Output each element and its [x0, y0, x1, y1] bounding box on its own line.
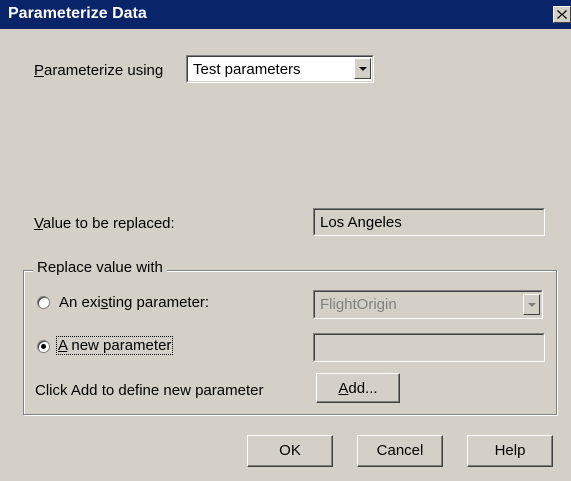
- radio-selected-dot: [41, 344, 46, 349]
- ok-button-label: OK: [279, 442, 301, 459]
- existing-parameter-value: FlightOrigin: [320, 296, 397, 313]
- add-hint-text: Click Add to define new parameter: [35, 382, 264, 399]
- replace-value-group-title: Replace value with: [33, 259, 167, 276]
- add-button-label: Add...: [338, 380, 377, 397]
- parameterize-using-mnemonic: P: [34, 62, 45, 79]
- ok-button[interactable]: OK: [247, 435, 333, 467]
- chevron-down-icon: [359, 67, 367, 71]
- close-icon: [557, 10, 567, 19]
- help-button-label: Help: [494, 442, 526, 459]
- help-button[interactable]: Help: [467, 435, 553, 467]
- cancel-button[interactable]: Cancel: [357, 435, 443, 467]
- value-to-replace-label: Value to be replaced:: [34, 215, 175, 232]
- value-to-replace-mnemonic: V: [34, 215, 43, 232]
- new-parameter-mnemonic: A: [58, 337, 68, 354]
- title-bar[interactable]: Parameterize Data: [0, 0, 571, 29]
- parameterize-using-select[interactable]: Test parameters: [186, 55, 374, 83]
- parameterize-using-value: Test parameters: [193, 61, 301, 78]
- value-to-replace-field[interactable]: Los Angeles: [313, 208, 545, 236]
- existing-parameter-dropdown-button[interactable]: [523, 294, 540, 315]
- existing-parameter-select[interactable]: FlightOrigin: [313, 290, 543, 319]
- window-title: Parameterize Data: [8, 5, 147, 22]
- parameterize-using-dropdown-button[interactable]: [354, 58, 371, 79]
- new-parameter-field[interactable]: [313, 333, 545, 362]
- add-button[interactable]: Add...: [316, 373, 400, 403]
- existing-parameter-label-post: ting parameter:: [108, 294, 210, 311]
- new-parameter-label[interactable]: A new parameter: [55, 336, 174, 355]
- value-to-replace-value: Los Angeles: [320, 214, 402, 231]
- parameterize-data-dialog: Parameterize Data Parameterize using Tes…: [0, 0, 571, 481]
- new-parameter-radio[interactable]: [37, 340, 50, 353]
- new-parameter-label-text: new parameter: [67, 337, 172, 354]
- close-button[interactable]: [553, 6, 571, 23]
- add-button-mnemonic: A: [338, 380, 349, 397]
- chevron-down-icon: [528, 303, 536, 307]
- add-button-label-text: dd...: [348, 380, 378, 397]
- cancel-button-label: Cancel: [376, 442, 424, 459]
- existing-parameter-radio[interactable]: [37, 296, 50, 309]
- existing-parameter-label-pre: An exi: [59, 294, 101, 311]
- existing-parameter-label[interactable]: An existing parameter:: [59, 294, 209, 311]
- parameterize-using-label-text: arameterize using: [44, 62, 164, 79]
- parameterize-using-label: Parameterize using: [34, 62, 163, 79]
- value-to-replace-label-text: alue to be replaced:: [42, 215, 175, 232]
